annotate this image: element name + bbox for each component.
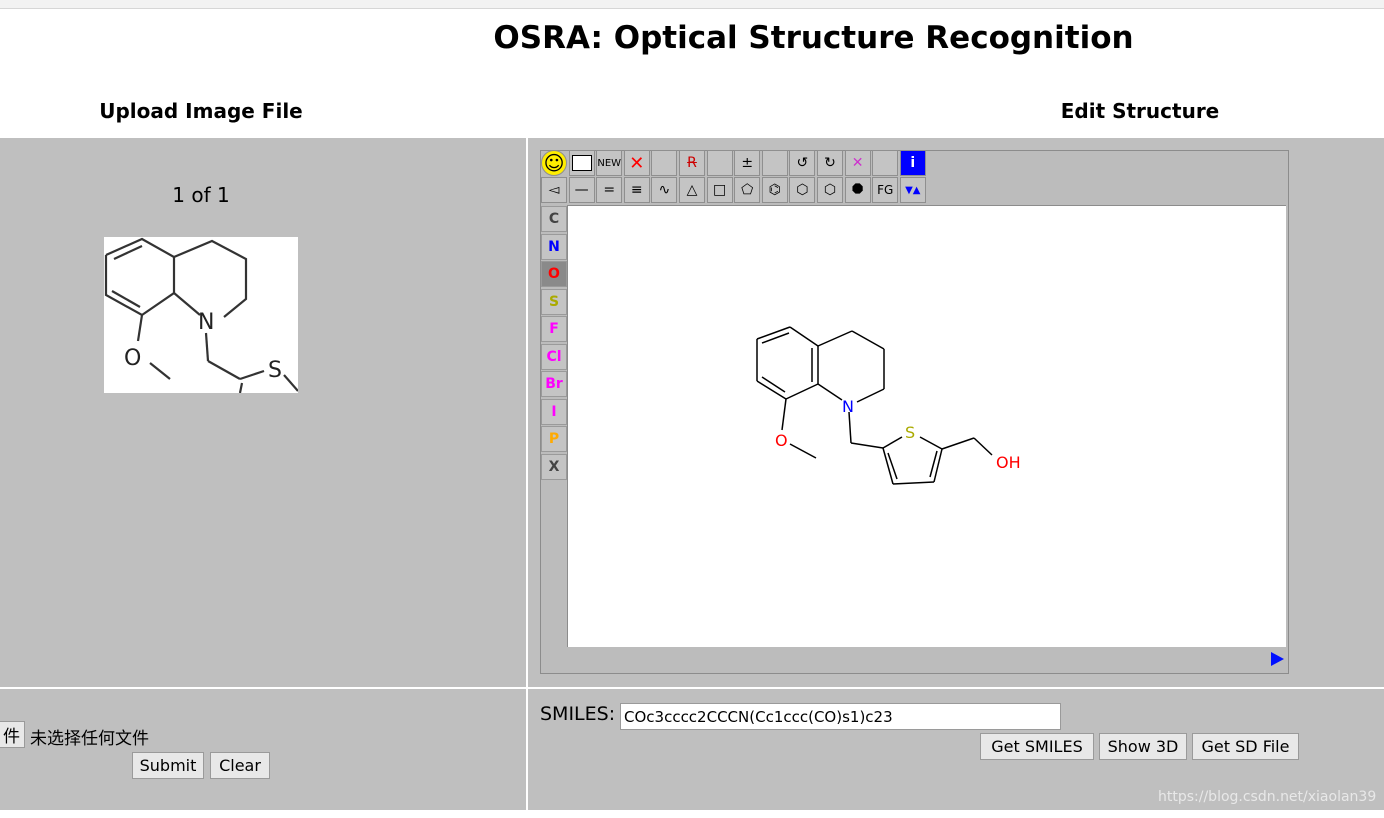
element-button-c[interactable]: C bbox=[541, 206, 567, 232]
triple-bond-icon[interactable]: ≡ bbox=[623, 177, 650, 203]
element-button-x[interactable]: X bbox=[541, 453, 567, 480]
heptagon-ring-icon[interactable]: ⬡ bbox=[817, 177, 843, 203]
upload-controls-panel bbox=[0, 689, 526, 810]
remove-r-group-icon[interactable]: R bbox=[679, 150, 705, 176]
drawing-canvas[interactable]: N O S OH bbox=[567, 205, 1286, 647]
functional-group-button[interactable]: FG bbox=[872, 177, 899, 203]
file-status-text: 未选择任何文件 bbox=[30, 729, 149, 749]
watermark-text: https://blog.csdn.net/xiaolan39 bbox=[1158, 789, 1377, 805]
wedge-bond-icon[interactable]: ◅ bbox=[541, 177, 567, 203]
benzene-ring-icon[interactable]: ⌬ bbox=[761, 177, 788, 203]
blank-tool-1[interactable] bbox=[651, 150, 678, 176]
element-button-o[interactable]: O bbox=[541, 261, 567, 287]
element-button-n[interactable]: N bbox=[541, 233, 567, 260]
redo-icon[interactable]: ↻ bbox=[817, 150, 843, 176]
submit-button[interactable]: Submit bbox=[132, 752, 204, 779]
play-arrow-icon[interactable] bbox=[1271, 652, 1284, 666]
page-title: OSRA: Optical Structure Recognition bbox=[493, 20, 1134, 56]
get-smiles-button[interactable]: Get SMILES bbox=[980, 733, 1094, 760]
pentagon-ring-icon[interactable]: ⬠ bbox=[734, 177, 761, 203]
edit-structure-heading: Edit Structure bbox=[1060, 99, 1220, 123]
atom-s-label: S bbox=[905, 423, 915, 442]
element-button-f[interactable]: F bbox=[541, 316, 567, 342]
double-bond-icon[interactable]: = bbox=[596, 177, 623, 203]
smiley-icon[interactable]: ☺ bbox=[541, 150, 567, 176]
atom-n-label: N bbox=[842, 397, 854, 416]
blank-tool-4[interactable] bbox=[872, 150, 899, 176]
rectangle-select-icon[interactable] bbox=[568, 150, 595, 176]
charge-icon[interactable]: ± bbox=[734, 150, 761, 176]
single-bond-icon[interactable]: — bbox=[568, 177, 595, 203]
blank-tool-3[interactable] bbox=[761, 150, 788, 176]
element-button-br[interactable]: Br bbox=[541, 371, 567, 397]
browser-top-edge bbox=[0, 0, 1384, 9]
upload-panel bbox=[0, 138, 526, 687]
octagon-ring-icon[interactable]: ⯃ bbox=[844, 177, 871, 203]
new-button[interactable]: NEW bbox=[596, 150, 623, 176]
smiles-input[interactable] bbox=[620, 703, 1061, 730]
element-button-cl[interactable]: Cl bbox=[541, 343, 567, 370]
choose-file-button[interactable]: 件 bbox=[0, 721, 25, 748]
clear-button[interactable]: Clear bbox=[210, 752, 270, 779]
delete-icon[interactable]: ✕ bbox=[623, 150, 650, 176]
thumb-n-label: N bbox=[198, 310, 214, 335]
thumb-s-label: S bbox=[268, 358, 282, 383]
hexagon-ring-icon[interactable]: ⬡ bbox=[789, 177, 816, 203]
upload-heading: Upload Image File bbox=[99, 99, 303, 123]
element-button-p[interactable]: P bbox=[541, 426, 567, 452]
uploaded-image-thumbnail: N O S bbox=[104, 237, 298, 393]
square-ring-icon[interactable]: □ bbox=[706, 177, 733, 203]
chain-icon[interactable]: ∿ bbox=[651, 177, 678, 203]
thumb-o-label: O bbox=[124, 346, 141, 371]
page-counter: 1 of 1 bbox=[172, 183, 230, 207]
atom-o-label: O bbox=[775, 431, 788, 450]
show-3d-button[interactable]: Show 3D bbox=[1099, 733, 1187, 760]
element-button-i[interactable]: I bbox=[541, 398, 567, 425]
get-sd-file-button[interactable]: Get SD File bbox=[1192, 733, 1299, 760]
undo-icon[interactable]: ↺ bbox=[789, 150, 816, 176]
info-icon[interactable]: i bbox=[899, 150, 926, 176]
clear-icon[interactable]: ✕ bbox=[844, 150, 871, 176]
atom-oh-label: OH bbox=[996, 453, 1021, 472]
triangle-ring-icon[interactable]: △ bbox=[679, 177, 705, 203]
query-icon[interactable]: ▼▲ bbox=[899, 177, 926, 203]
blank-tool-2[interactable] bbox=[706, 150, 733, 176]
element-button-s[interactable]: S bbox=[541, 288, 567, 315]
smiles-label: SMILES: bbox=[540, 703, 616, 725]
